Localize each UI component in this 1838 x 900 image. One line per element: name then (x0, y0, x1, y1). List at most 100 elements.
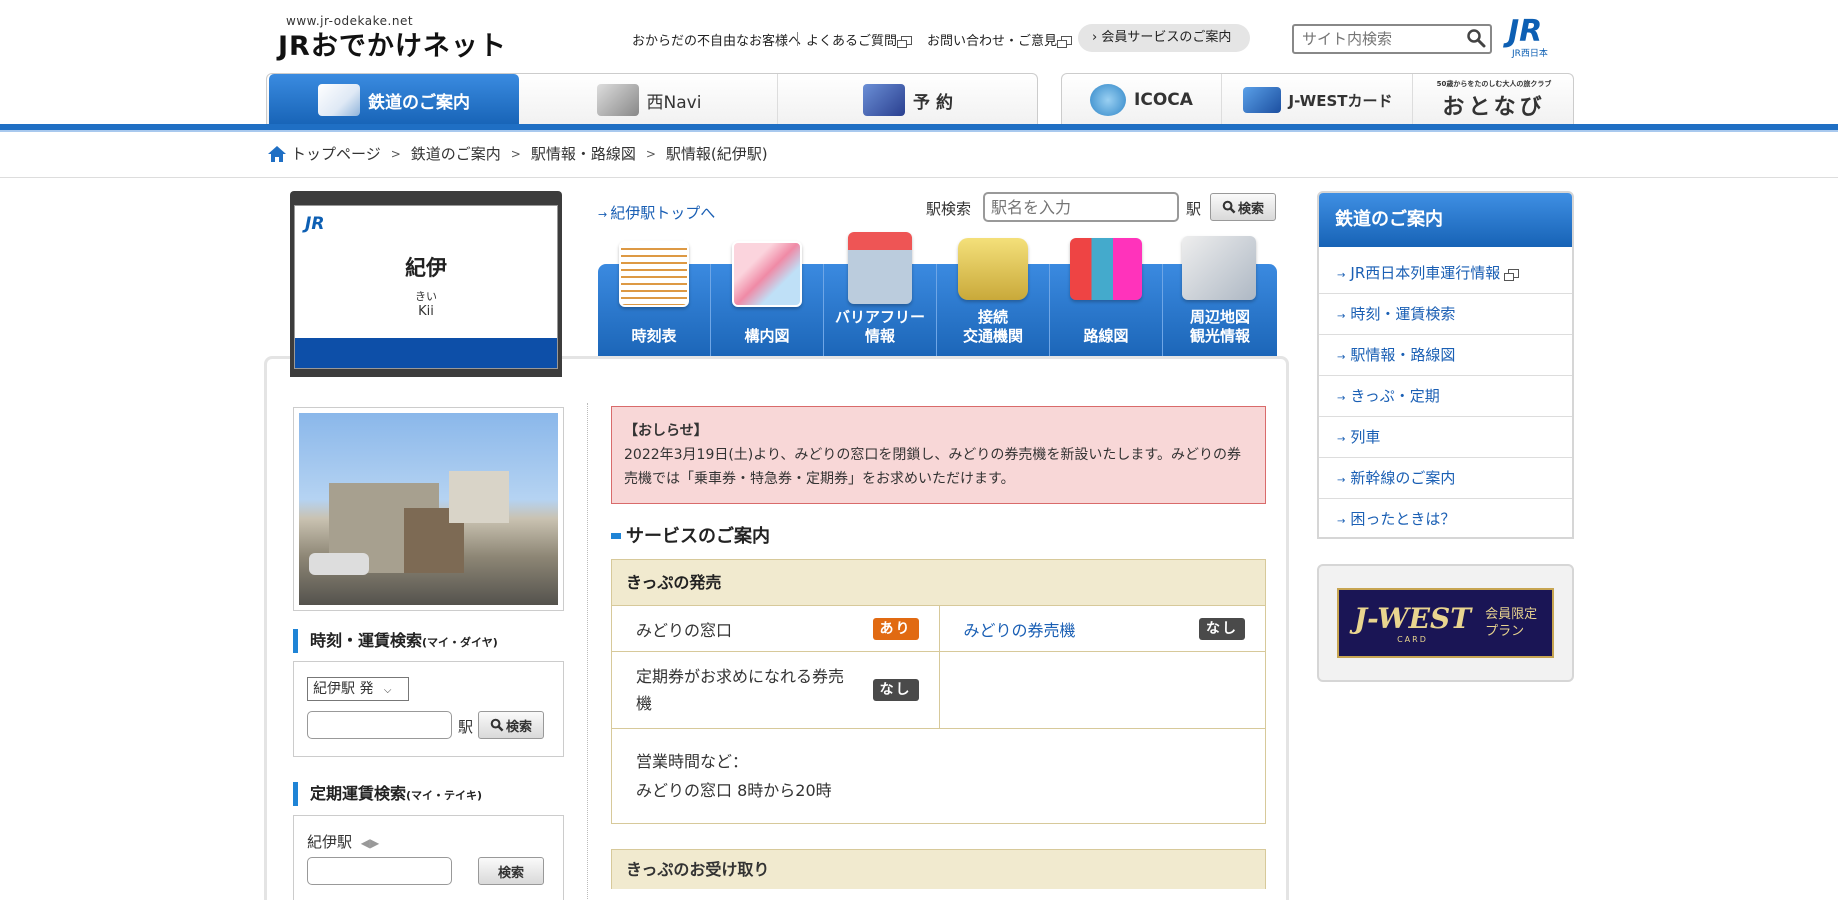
table-row: みどりの窓口 あり みどりの券売機 なし (612, 606, 1265, 652)
sidebar-item-help[interactable]: → 困ったときは？ (1319, 499, 1572, 540)
arrival-station-suffix: 駅 (458, 718, 474, 736)
search-icon[interactable] (1466, 28, 1486, 48)
swap-icon[interactable]: ◀▶ (361, 836, 379, 850)
station-roman: Kii (418, 304, 434, 319)
search-button-label: 検索 (505, 719, 532, 735)
station-search-label: 駅検索 (926, 200, 972, 218)
sidebar-item-timetable[interactable]: → 時刻・運賃検索 (1319, 294, 1572, 335)
station-search-button[interactable]: 検索 (1210, 193, 1276, 221)
status-badge: なし (1199, 617, 1245, 640)
station-search-input[interactable] (983, 192, 1179, 222)
sidebar-item-label: 列車 (1350, 428, 1381, 446)
station-photo-image (299, 413, 558, 605)
station-kana: きい (415, 290, 437, 303)
status-badge: なし (872, 679, 919, 701)
breadcrumb: トップページ > 鉄道のご案内 > 駅情報・路線図 > 駅情報(紀伊駅) (267, 143, 768, 164)
column-divider (587, 403, 588, 900)
external-link-icon (897, 36, 913, 48)
ticket-pickup-head: きっぷのお受け取り (611, 849, 1266, 889)
banner-box: J-WEST CARD 会員限定 プラン (1317, 564, 1574, 682)
sidebar-item-label: 時刻・運賃検索 (1350, 305, 1456, 323)
service-heading-label: サービスのご案内 (626, 526, 770, 547)
nav-tab-label: おとなび (1442, 94, 1546, 120)
station-search-suffix: 駅 (1186, 200, 1202, 218)
jwest-card-banner[interactable]: J-WEST CARD 会員限定 プラン (1337, 588, 1554, 658)
nav-tab-label: J-WESTカード (1288, 91, 1393, 110)
main-nav-left: 鉄道のご案内 西Navi 予 約 (266, 73, 1038, 126)
external-link-icon (1057, 36, 1073, 48)
departure-select-value: 紀伊駅 発 (313, 681, 374, 697)
accessibility-link-label: おからだの不自由なお客様へ (632, 34, 802, 49)
breadcrumb-separator: > (510, 146, 521, 161)
commuter-station-input[interactable] (307, 857, 452, 885)
breadcrumb-station-info[interactable]: 駅情報・路線図 (531, 143, 636, 164)
hours-label: 営業時間など： (636, 752, 749, 771)
arrow-icon: → (598, 208, 608, 221)
menu-label: バリアフリー 情報 (834, 308, 925, 345)
station-name: 紀伊 (405, 256, 447, 280)
nav-tab-nishinavi[interactable]: 西Navi (521, 74, 778, 126)
heading-marker (611, 533, 621, 539)
faq-link-label: よくあるご質問 (806, 34, 898, 49)
nav-tab-railway[interactable]: 鉄道のご案内 (269, 74, 519, 126)
sidebar-item-shinkansen[interactable]: → 新幹線のご案内 (1319, 458, 1572, 499)
station-photo (293, 407, 564, 611)
service-hours: 営業時間など： みどりの窓口 8時から20時 (612, 729, 1265, 823)
area-map-icon (1182, 236, 1256, 300)
accessibility-link[interactable]: おからだの不自由なお客様へ (632, 30, 801, 49)
midori-machine-link[interactable]: みどりの券売機 (964, 617, 1076, 641)
banner-card-text: CARD (1397, 635, 1428, 644)
main-nav-right: ICOCA J-WESTカード 50歳からをたのしむ大人の旅クラブ おとなび (1061, 73, 1574, 126)
timetable-search-button[interactable]: 検索 (478, 711, 544, 739)
service-midori-machine: みどりの券売機 なし (938, 606, 1266, 651)
sidebar-item-label: きっぷ・定期 (1350, 387, 1440, 405)
table-row: 定期券がお求めになれる券売機 なし (612, 652, 1265, 729)
nav-tab-otonabi[interactable]: 50歳からをたのしむ大人の旅クラブ おとなび (1414, 74, 1574, 126)
nav-tab-jwest-card[interactable]: J-WESTカード (1223, 74, 1413, 126)
commuter-search-button[interactable]: 検索 (478, 857, 544, 885)
service-label: みどりの窓口 (636, 620, 733, 640)
search-icon (1222, 200, 1236, 214)
site-search-input[interactable] (1292, 24, 1492, 54)
sidebar-item-trains[interactable]: → 列車 (1319, 417, 1572, 458)
departure-select[interactable]: 紀伊駅 発 ⌵ (307, 677, 409, 701)
nav-tab-icoca[interactable]: ICOCA (1062, 74, 1222, 126)
commuter-search-heading: 定期運賃検索(マイ・テイキ) (293, 782, 482, 806)
station-top-link[interactable]: → 紀伊駅トップへ (598, 202, 715, 223)
notice-body: 2022年3月19日(土)より、みどりの窓口を閉鎖し、みどりの券売機を新設いたし… (624, 447, 1242, 487)
sign-jr-logo: JR (305, 214, 325, 234)
menu-label: 周辺地図 観光情報 (1189, 308, 1250, 345)
contact-link-label: お問い合わせ・ご意見 (927, 34, 1058, 49)
sidebar-item-operation-info[interactable]: → JR西日本列車運行情報 (1319, 253, 1572, 294)
notice-title: 【おしらせ】 (624, 423, 708, 439)
timetable-search-heading-label: 時刻・運賃検索 (310, 631, 423, 650)
seat-icon (863, 84, 906, 116)
sidebar-item-label: JR西日本列車運行情報 (1350, 264, 1501, 282)
jr-west-logo[interactable]: JR JR西日本 (1504, 14, 1560, 59)
ticket-service-table: きっぷの発売 みどりの窓口 あり みどりの券売機 なし 定期券がお求めになれる券… (611, 559, 1266, 824)
service-label: 定期券がお求めになれる券売機 (636, 667, 845, 713)
sidebar-item-label: 新幹線のご案内 (1350, 469, 1456, 487)
arrow-icon: → (1337, 311, 1346, 322)
breadcrumb-divider (0, 177, 1838, 178)
faq-link[interactable]: よくあるご質問 (806, 30, 913, 49)
commuter-station: 紀伊駅 ◀▶ (307, 831, 379, 852)
ticket-service-head: きっぷの発売 (612, 560, 1265, 606)
link-divider (797, 32, 798, 46)
sidebar-item-tickets[interactable]: → きっぷ・定期 (1319, 376, 1572, 417)
banner-sub-text: 会員限定 プラン (1485, 607, 1538, 639)
sidebar-item-station-info[interactable]: → 駅情報・路線図 (1319, 335, 1572, 376)
sidebar-item-label: 困ったときは？ (1350, 510, 1456, 528)
home-icon (268, 145, 286, 162)
nav-tab-reservation[interactable]: 予 約 (779, 74, 1037, 126)
arrow-icon: → (1337, 352, 1346, 363)
breadcrumb-separator: > (645, 146, 656, 161)
contact-link[interactable]: お問い合わせ・ご意見 (927, 30, 1073, 49)
member-service-button[interactable]: › 会員サービスのご案内 (1078, 24, 1250, 52)
breadcrumb-railway[interactable]: 鉄道のご案内 (411, 143, 501, 164)
arrival-station-input[interactable] (307, 711, 452, 739)
nav-underline-light (0, 130, 1838, 132)
breadcrumb-top[interactable]: トップページ (291, 143, 381, 164)
card-icon (1242, 87, 1281, 113)
site-logo[interactable]: JRおでかけネット (278, 24, 507, 63)
